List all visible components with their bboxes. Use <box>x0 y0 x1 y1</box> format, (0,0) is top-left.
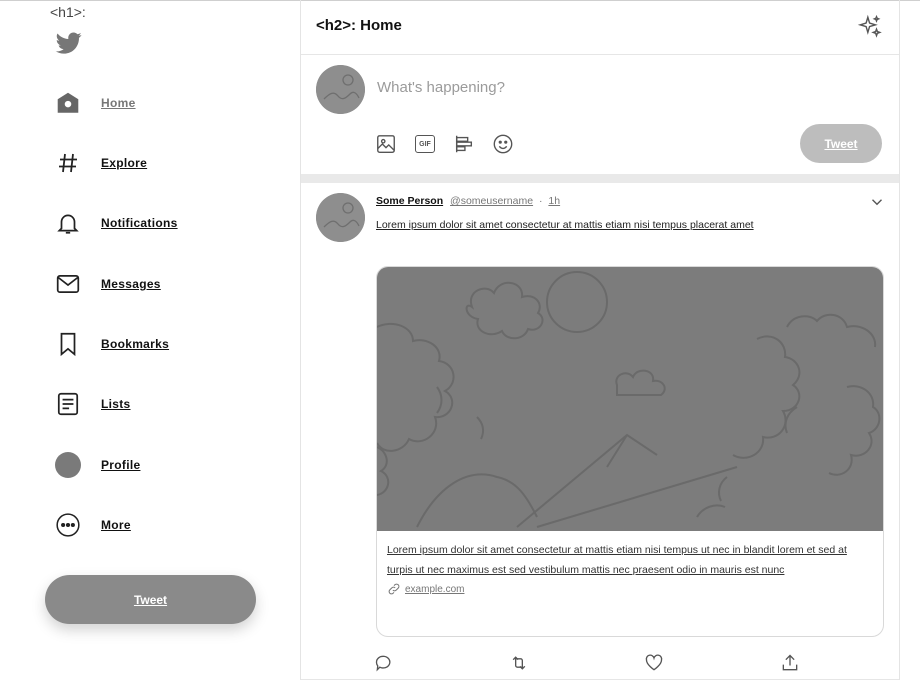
tweet-actions <box>374 653 806 677</box>
like-icon[interactable] <box>644 653 666 675</box>
sidebar-item-more[interactable]: More <box>50 505 131 545</box>
tweet-separator: · <box>538 195 543 207</box>
twitter-bird-icon[interactable] <box>54 30 84 60</box>
sidebar: <h1>: Home Explore Notifications Message… <box>0 0 300 680</box>
share-icon[interactable] <box>780 653 802 675</box>
sidebar-item-bookmarks[interactable]: Bookmarks <box>50 324 169 364</box>
avatar[interactable] <box>316 193 365 242</box>
sidebar-item-notifications[interactable]: Notifications <box>50 203 178 243</box>
chevron-down-icon[interactable] <box>867 193 887 211</box>
tweet-header: Some Person @someusername · 1h <box>376 195 560 207</box>
card-link-text: example.com <box>405 583 465 595</box>
divider <box>301 174 899 183</box>
link-icon <box>388 583 400 595</box>
sidebar-item-profile[interactable]: Profile <box>50 445 140 485</box>
more-icon <box>50 507 86 543</box>
page-title: <h2>: Home <box>316 17 402 34</box>
card-description: Lorem ipsum dolor sit amet consectetur a… <box>387 544 847 576</box>
mail-icon <box>50 266 86 302</box>
sidebar-item-label: Messages <box>101 277 161 291</box>
main-column: <h2>: Home GIF Tweet Some Person @some <box>300 0 900 680</box>
tweet[interactable]: Some Person @someusername · 1h Lorem ips… <box>301 183 899 680</box>
tweet-author-name[interactable]: Some Person <box>376 195 443 207</box>
h1-tag: <h1>: <box>50 4 86 20</box>
bookmark-icon <box>50 326 86 362</box>
card-body: Lorem ipsum dolor sit amet consectetur a… <box>377 531 883 596</box>
tweet-composer: GIF Tweet <box>301 55 899 174</box>
sidebar-item-messages[interactable]: Messages <box>50 264 161 304</box>
retweet-icon[interactable] <box>508 653 530 675</box>
tweet-author-handle[interactable]: @someusername <box>450 195 533 207</box>
home-icon <box>50 85 86 121</box>
avatar-icon <box>50 447 86 483</box>
list-icon <box>50 386 86 422</box>
image-icon[interactable] <box>374 132 398 156</box>
sidebar-item-home[interactable]: Home <box>50 83 136 123</box>
main-header: <h2>: Home <box>301 0 899 55</box>
sidebar-item-label: Home <box>101 96 136 110</box>
reply-icon[interactable] <box>374 653 396 675</box>
card-image <box>377 267 883 531</box>
sidebar-item-label: Profile <box>101 458 141 472</box>
link-card[interactable]: Lorem ipsum dolor sit amet consectetur a… <box>376 266 884 637</box>
tweet-text: Lorem ipsum dolor sit amet consectetur a… <box>376 219 754 231</box>
sidebar-item-label: Notifications <box>101 216 178 230</box>
card-link[interactable]: example.com <box>387 582 873 596</box>
gif-icon[interactable]: GIF <box>413 132 437 156</box>
avatar <box>316 65 365 114</box>
compose-submit-button[interactable]: Tweet <box>800 124 882 163</box>
emoji-icon[interactable] <box>491 132 515 156</box>
sidebar-item-lists[interactable]: Lists <box>50 384 131 424</box>
sidebar-item-explore[interactable]: Explore <box>50 143 147 183</box>
compose-input[interactable] <box>377 79 777 96</box>
poll-icon[interactable] <box>452 132 476 156</box>
tweet-button[interactable]: Tweet <box>45 575 256 624</box>
hashtag-icon <box>50 145 86 181</box>
bell-icon <box>50 205 86 241</box>
sidebar-item-label: Explore <box>101 156 148 170</box>
tweet-timestamp[interactable]: 1h <box>548 195 560 207</box>
sidebar-item-label: Bookmarks <box>101 337 170 351</box>
sidebar-item-label: More <box>101 518 131 532</box>
sidebar-item-label: Lists <box>101 397 131 411</box>
sparkle-icon[interactable] <box>857 14 883 40</box>
